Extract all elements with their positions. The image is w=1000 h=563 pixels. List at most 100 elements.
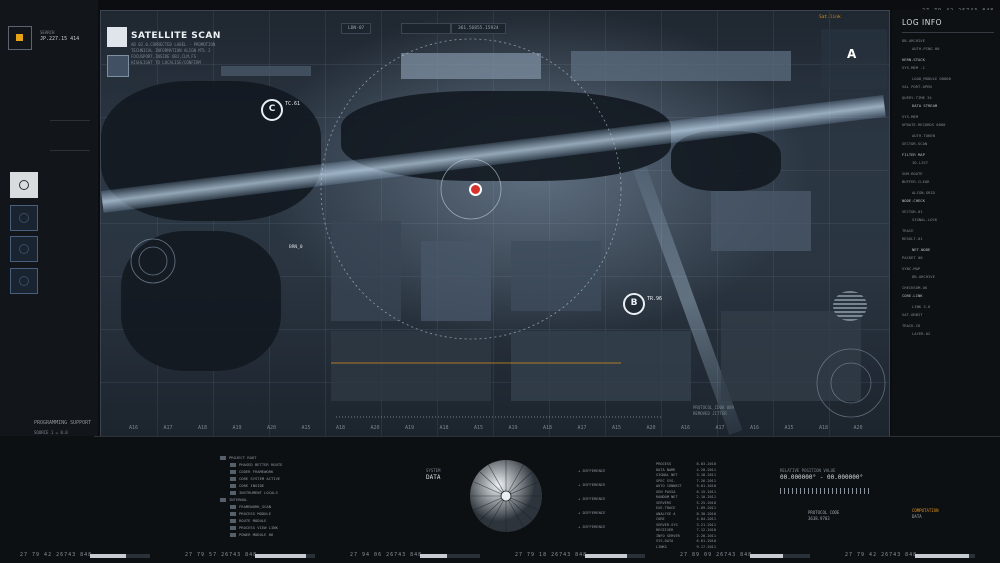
- computation-label: COMPUTATION: [912, 508, 939, 513]
- tree-item[interactable]: CORE SYSTEM ACTIVE: [220, 475, 340, 482]
- protocol-note: PROTOCOL_ID08 889 REMOVED JITTER: [693, 405, 734, 416]
- x-tick-label: A19: [405, 425, 415, 431]
- position-value: 00.000000° - 00.000000°: [780, 474, 864, 481]
- progress-bar: [90, 554, 150, 558]
- tree-item-label: CORE INSIDE: [239, 483, 265, 488]
- progress-fill: [90, 554, 126, 558]
- x-tick-label: A19: [508, 425, 518, 431]
- folder-icon: [230, 533, 236, 537]
- tree-item[interactable]: PHASED BETTER ROUTE: [220, 461, 340, 468]
- log-spacer: [902, 337, 998, 342]
- divider: [94, 436, 1000, 437]
- tree-item[interactable]: PROJECT ROOT: [220, 454, 340, 461]
- x-tick-label: A17: [577, 425, 587, 431]
- tree-item[interactable]: CODER FRAMEWORK: [220, 468, 340, 475]
- marker-a-label[interactable]: A: [847, 47, 856, 61]
- computation-sublabel: DATA: [912, 514, 922, 519]
- folder-icon: [230, 526, 236, 530]
- chip-station[interactable]: LDN-07: [341, 23, 372, 34]
- x-axis-ticks: A16 A17 A18 A19 A20 A15 A18 A20 A19 A18 A15 A19 A18 A…: [101, 425, 889, 435]
- circle-icon: [19, 213, 29, 223]
- progress-bar: [255, 554, 315, 558]
- progress-bar: [420, 554, 480, 558]
- x-tick-label: A15: [474, 425, 484, 431]
- file-tree[interactable]: PROJECT ROOT PHASED BETTER ROUTE CODER FRA…: [220, 454, 340, 538]
- brn-label: BRN_0: [289, 245, 303, 250]
- tree-item[interactable]: POWER MODULE 06: [220, 531, 340, 538]
- progress-bar: [750, 554, 810, 558]
- divider: [50, 150, 90, 151]
- progress-fill: [420, 554, 447, 558]
- log-lines[interactable]: DB.ARCHIVE AUTH.PING 00 KERN.STACK SYS.MEM …: [902, 38, 998, 342]
- tree-item[interactable]: PROCESS MODULE: [220, 510, 340, 517]
- progress-fill: [585, 554, 627, 558]
- footer-counter: 27 94 06 26743 848: [350, 552, 423, 558]
- folder-icon: [230, 519, 236, 523]
- position-ruler: [780, 488, 870, 494]
- difference-label: + DIFFERENCE: [578, 496, 606, 501]
- progress-fill: [255, 554, 306, 558]
- chip-coordinates[interactable]: 361.56855.15924: [451, 23, 506, 34]
- marker-b[interactable]: B: [623, 293, 645, 315]
- progress-fill: [915, 554, 969, 558]
- x-tick-label: A19: [232, 425, 242, 431]
- x-tick-label: A20: [267, 425, 277, 431]
- progress-bar: [585, 554, 645, 558]
- circle-icon: [19, 244, 29, 254]
- x-tick-label: A15: [784, 425, 794, 431]
- folder-icon: [220, 498, 226, 502]
- bottom-panel: PROJECT ROOT PHASED BETTER ROUTE CODER FRA…: [0, 436, 1000, 563]
- folder-icon: [230, 512, 236, 516]
- folder-icon: [230, 505, 236, 509]
- tree-item-label: ROUTE MODULE: [239, 518, 267, 523]
- x-tick-label: A18: [336, 425, 346, 431]
- difference-label: + DIFFERENCE: [578, 468, 606, 473]
- programming-support-label: PROGRAMMING SUPPORT: [34, 420, 92, 426]
- footer-counter: 27 89 09 26743 848: [680, 552, 753, 558]
- x-tick-label: A18: [543, 425, 553, 431]
- log-title: LOG INFO: [902, 18, 943, 27]
- folder-icon: [230, 470, 236, 474]
- tree-item[interactable]: CORE INSIDE: [220, 482, 340, 489]
- target-marker-icon[interactable]: [469, 183, 482, 196]
- progress-fill: [750, 554, 783, 558]
- x-tick-label: A20: [853, 425, 863, 431]
- protocol-code-label: PROTOCOL CODE: [808, 510, 840, 515]
- tree-item[interactable]: INSTRUMENT LOCALS: [220, 489, 340, 496]
- layer-button-2[interactable]: [10, 205, 38, 231]
- tree-item-label: PROCESS MODULE: [239, 511, 272, 516]
- tree-item[interactable]: ROUTE MODULE: [220, 517, 340, 524]
- data-globe-icon[interactable]: [468, 458, 544, 534]
- map-subtitle: AB 02.0,CORRECTED LABEL - PROMOTION TECHN…: [131, 42, 301, 66]
- tree-item[interactable]: FRAMEWORK_SCAN: [220, 503, 340, 510]
- marker-c[interactable]: C: [261, 99, 283, 121]
- folder-icon: [220, 456, 226, 460]
- circle-icon: [19, 276, 29, 286]
- satellite-map[interactable]: SATELLITE SCAN AB 02.0,CORRECTED LABEL -…: [100, 10, 890, 438]
- folder-icon: [230, 477, 236, 481]
- difference-label: + DIFFERENCE: [578, 482, 606, 487]
- x-tick-label: A18: [198, 425, 208, 431]
- log-panel: LOG INFO DB.ARCHIVE AUTH.PING 00 KERN.STAC…: [892, 10, 1000, 450]
- tree-item[interactable]: INTERNAL: [220, 496, 340, 503]
- x-tick-label: A16: [129, 425, 139, 431]
- subtitle-line: HIGHLIGHT TO LOCALISE/CONFIRM: [131, 60, 201, 65]
- layer-button-1[interactable]: [10, 172, 38, 198]
- tree-item-label: INTERNAL: [229, 497, 248, 502]
- difference-label: + DIFFERENCE: [578, 510, 606, 515]
- tree-item-label: INSTRUMENT LOCALS: [239, 490, 278, 495]
- marker-b-label: TR.96: [647, 296, 663, 302]
- footer-counter: 27 79 42 26743 848: [845, 552, 918, 558]
- coords-value: JP.227.15 414: [40, 36, 80, 42]
- scan-hex-icon: [107, 27, 127, 47]
- layer-button-3[interactable]: [10, 236, 38, 262]
- tree-item[interactable]: PROCESS VIEW LINK: [220, 524, 340, 531]
- footer-counter: 27 79 42 26743 848: [20, 552, 93, 558]
- layer-button-4[interactable]: [10, 268, 38, 294]
- x-tick-label: A16: [681, 425, 691, 431]
- difference-label: + DIFFERENCE: [578, 524, 606, 529]
- layer-hex-icon[interactable]: [107, 55, 129, 77]
- map-title: SATELLITE SCAN: [131, 31, 221, 41]
- chip-blank[interactable]: [401, 23, 451, 34]
- process-table[interactable]: PROCESS 8.03.2010 DATA NAME 4.20.2011 SIGNAL…: [656, 462, 716, 550]
